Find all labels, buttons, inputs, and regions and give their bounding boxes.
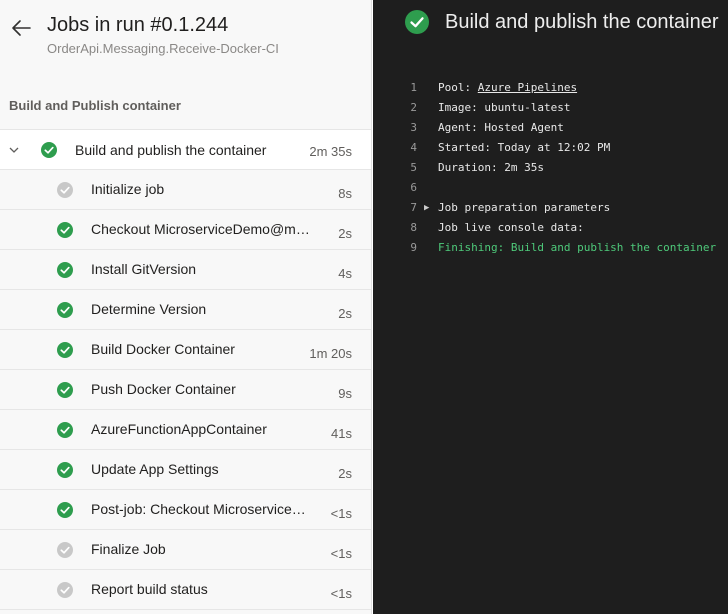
line-number: 6 [410,181,417,194]
step-name: AzureFunctionAppContainer [91,421,267,437]
step-name: Finalize Job [91,541,166,557]
step-row[interactable]: Checkout MicroserviceDemo@master to s 2s [0,210,371,250]
jobs-panel: Jobs in run #0.1.244 OrderApi.Messaging.… [0,0,372,614]
triangle-right-icon[interactable]: ▶ [424,198,429,218]
step-duration: 9s [338,386,352,401]
step-row[interactable]: Initialize job 8s [0,170,371,210]
log-text: Image: ubuntu-latest [438,101,571,114]
log-text: Job preparation parameters [438,201,611,214]
step-duration: <1s [330,546,352,561]
job-row[interactable]: Build and publish the container 2m 35s [0,130,371,170]
log-text: Job live console data: [438,221,584,234]
success-icon [57,222,73,238]
log-text: Started: Today at 12:02 PM [438,141,611,154]
step-name: Install GitVersion [91,261,197,277]
page-title: Jobs in run #0.1.244 [47,14,229,36]
job-name: Build and publish the container [75,142,267,158]
success-icon [57,342,73,358]
log-label: Pool: [438,81,478,94]
log-text: Duration: 2m 35s [438,161,544,174]
log-line: 3 Agent: Hosted Agent [373,118,728,138]
step-name: Post-job: Checkout MicroserviceDemo@mast… [91,501,313,517]
success-icon [405,10,429,34]
log-line: 2 Image: ubuntu-latest [373,98,728,118]
arrow-left-icon [12,20,31,36]
step-row[interactable]: Finalize Job <1s [0,530,371,570]
line-number: 1 [410,81,417,94]
step-duration: 2s [338,306,352,321]
log-text: Agent: Hosted Agent [438,121,564,134]
success-icon [57,422,73,438]
step-row[interactable]: AzureFunctionAppContainer 41s [0,410,371,450]
pipeline-name: OrderApi.Messaging.Receive-Docker-CI [47,41,279,56]
step-duration: 4s [338,266,352,281]
step-row[interactable]: Build Docker Container 1m 20s [0,330,371,370]
log-text: Pool: Azure Pipelines [438,78,577,98]
step-name: Checkout MicroserviceDemo@master to s [91,221,313,237]
log-title: Build and publish the container [445,11,719,33]
line-number: 9 [410,241,417,254]
line-number: 2 [410,101,417,114]
success-icon [57,302,73,318]
line-number: 4 [410,141,417,154]
log-line: 5 Duration: 2m 35s [373,158,728,178]
success-icon [57,262,73,278]
chevron-down-icon[interactable] [8,144,20,156]
log-console: 1 Pool: Azure Pipelines 2 Image: ubuntu-lat… [373,78,728,258]
job-duration: 2m 35s [309,144,352,159]
jobs-header: Jobs in run #0.1.244 OrderApi.Messaging.… [0,0,371,90]
step-row[interactable]: Report build status <1s [0,570,371,610]
step-name: Report build status [91,581,208,597]
log-line[interactable]: 7 ▶ Job preparation parameters [373,198,728,218]
step-row[interactable]: Update App Settings 2s [0,450,371,490]
step-name: Initialize job [91,181,165,197]
step-name: Push Docker Container [91,381,236,397]
success-icon [57,462,73,478]
step-row[interactable]: Push Docker Container 9s [0,370,371,410]
step-duration: <1s [330,586,352,601]
step-row[interactable]: Post-job: Checkout MicroserviceDemo@mast… [0,490,371,530]
skipped-icon [57,182,73,198]
step-row[interactable]: Determine Version 2s [0,290,371,330]
step-name: Build Docker Container [91,341,235,357]
log-line: 1 Pool: Azure Pipelines [373,78,728,98]
log-line: 8 Job live console data: [373,218,728,238]
log-line: 9 Finishing: Build and publish the contai… [373,238,728,258]
skipped-icon [57,582,73,598]
skipped-icon [57,542,73,558]
log-line: 4 Started: Today at 12:02 PM [373,138,728,158]
step-name: Determine Version [91,301,207,317]
back-button[interactable] [8,14,36,42]
stage-name: Build and Publish container [9,98,181,113]
log-panel: Build and publish the container 1 Pool: A… [373,0,728,614]
line-number: 7 [410,201,417,214]
step-duration: 1m 20s [309,346,352,361]
step-duration: 2s [338,226,352,241]
step-duration: 2s [338,466,352,481]
line-number: 8 [410,221,417,234]
success-icon [41,142,57,158]
success-icon [57,502,73,518]
job-list: Build and publish the container 2m 35s I… [0,129,371,610]
step-duration: 41s [331,426,352,441]
line-number: 3 [410,121,417,134]
step-duration: <1s [330,506,352,521]
log-text: Finishing: Build and publish the contain… [438,241,717,254]
log-line: 6 [373,178,728,198]
success-icon [57,382,73,398]
step-duration: 8s [338,186,352,201]
step-row[interactable]: Install GitVersion 4s [0,250,371,290]
pool-link[interactable]: Azure Pipelines [478,81,577,94]
step-name: Update App Settings [91,461,219,477]
line-number: 5 [410,161,417,174]
